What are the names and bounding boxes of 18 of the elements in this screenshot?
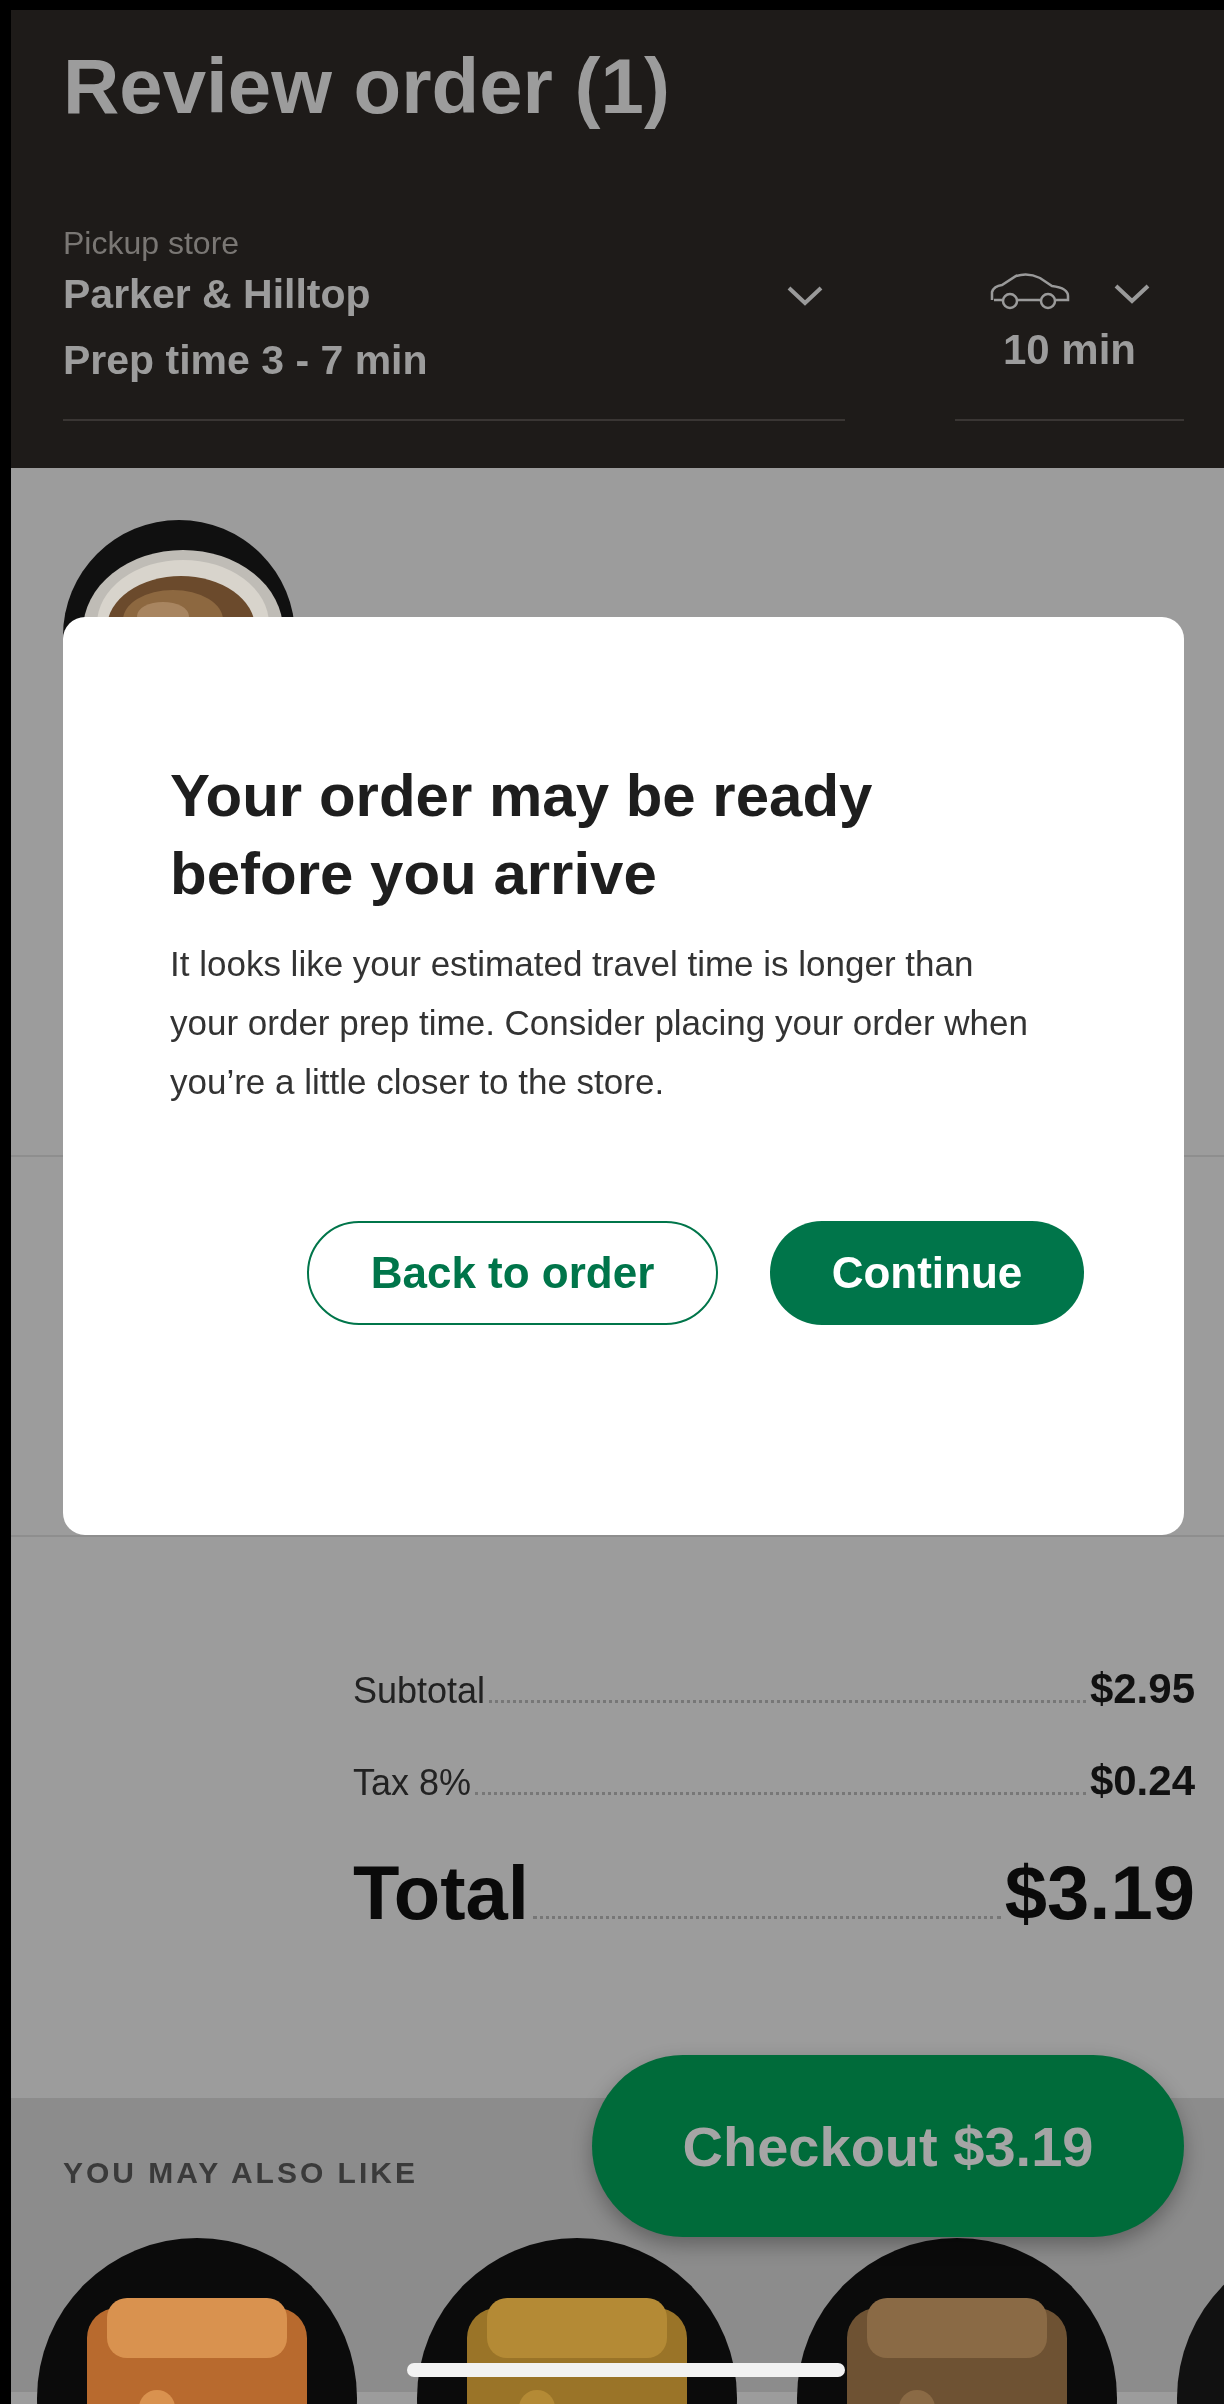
dialog-title: Your order may be ready before you arrive <box>170 761 874 909</box>
travel-selector[interactable]: 10 min <box>955 223 1184 422</box>
summary-amount: $0.24 <box>1089 1757 1195 1805</box>
section-heading: YOU MAY ALSO LIKE <box>63 2156 418 2190</box>
dialog-message: It looks like your estimated travel time is longer than your order prep time. Consider placing your order when you’re a little closer to the store. <box>170 943 1029 1103</box>
travel-time: 10 min <box>1002 325 1137 374</box>
summary-label: Tax 8% <box>353 1762 472 1804</box>
summary-label: Subtotal <box>353 1670 486 1712</box>
store-selector[interactable]: Pickup store Parker & Hilltop Prep time 3 - 7 min <box>63 223 845 422</box>
page-title: Review order (1) <box>63 41 671 132</box>
summary-amount: $2.95 <box>1089 1665 1195 1713</box>
back-button[interactable]: Back to order <box>307 1221 718 1326</box>
summary-amount: $3.19 <box>1004 1849 1195 1936</box>
store-name: Parker & Hilltop <box>63 270 372 319</box>
summary-label: Total <box>353 1849 529 1936</box>
prep-time: Prep time 3 - 7 min <box>63 335 428 385</box>
store-label: Pickup store <box>63 223 241 262</box>
continue-button[interactable]: Continue <box>770 1221 1084 1326</box>
